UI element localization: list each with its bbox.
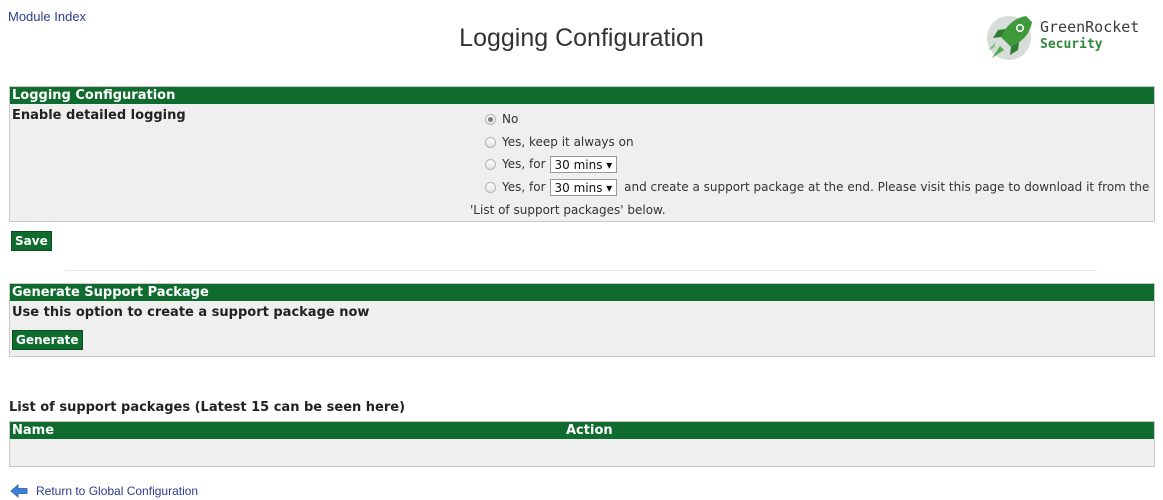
duration-select-package[interactable]: 30 mins ▾ [549,179,618,196]
packages-table: Name Action [9,421,1155,467]
option-timed-package-prefix: Yes, for [502,180,546,194]
support-package-panel: Generate Support Package Use this option… [9,283,1155,357]
option-no-label: No [502,112,519,126]
radio-always-on[interactable] [485,137,496,148]
logo-text-brand: GreenRocket [1040,18,1140,36]
rocket-icon [987,16,1032,60]
logo-text-security: Security [1040,37,1103,52]
packages-table-header: Name Action [10,422,1154,439]
module-index-link[interactable]: Module Index [8,9,86,24]
option-timed-prefix: Yes, for [502,157,546,171]
duration-select-timed[interactable]: 30 mins ▾ [549,156,618,173]
option-timed-package-line2: 'List of support packages' below. [470,203,666,217]
save-button[interactable]: Save [11,231,52,251]
radio-no[interactable] [485,114,496,125]
support-panel-header: Generate Support Package [10,284,1154,301]
logging-panel-header: Logging Configuration [10,87,1154,104]
column-name: Name [12,423,55,438]
logging-option-no[interactable]: No [485,109,518,129]
enable-logging-label: Enable detailed logging [12,108,186,123]
option-timed-package-text: and create a support package at the end.… [624,180,1150,194]
support-description: Use this option to create a support pack… [12,305,370,320]
logging-option-always-on[interactable]: Yes, keep it always on [485,132,634,152]
radio-timed[interactable] [485,159,496,170]
column-action: Action [566,423,613,438]
packages-list-title: List of support packages (Latest 15 can … [9,400,406,415]
section-divider [66,270,1097,271]
logging-option-timed[interactable]: Yes, for 30 mins ▾ [485,154,618,174]
return-link[interactable]: Return to Global Configuration [10,484,198,498]
option-always-on-label: Yes, keep it always on [502,135,634,149]
logging-option-timed-package[interactable]: Yes, for 30 mins ▾ and create a support p… [485,177,1149,197]
generate-button[interactable]: Generate [12,330,83,350]
radio-timed-package[interactable] [485,182,496,193]
return-link-label: Return to Global Configuration [36,484,199,498]
logging-panel: Logging Configuration Enable detailed lo… [9,86,1155,222]
arrow-left-icon [10,484,28,498]
